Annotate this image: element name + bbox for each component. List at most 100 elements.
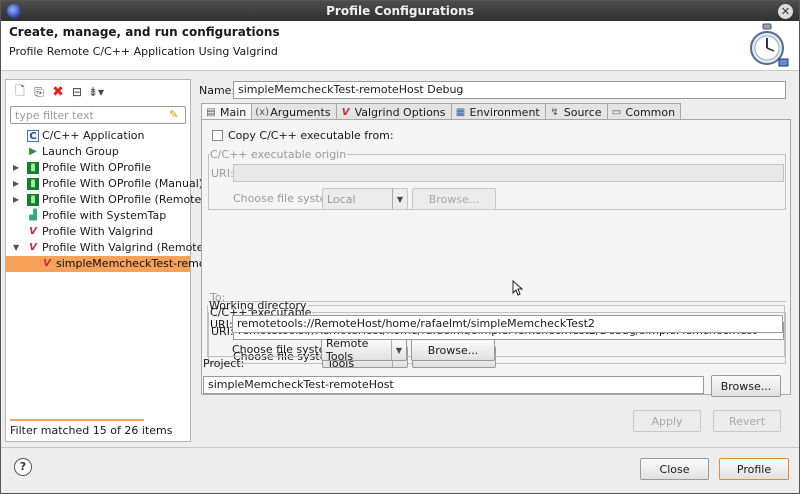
dialog-header: Create, manage, and run configurations P… (1, 21, 799, 71)
window-close-button[interactable]: ✕ (778, 4, 793, 19)
tab-label: Main (220, 105, 247, 119)
tab-label: Valgrind Options (354, 105, 446, 119)
valgrind-tab-icon: V (341, 106, 350, 118)
close-button[interactable]: Close (640, 458, 709, 480)
filter-menu-icon[interactable]: ⇟▾ (88, 84, 104, 100)
oprofile-icon: ▮ (27, 178, 39, 190)
tab-label: Arguments (270, 105, 331, 119)
chevron-down-icon: ▼ (391, 340, 406, 360)
wd-filesystem-value: Remote Tools (326, 337, 369, 363)
wd-filesystem-select[interactable]: Remote Tools ▼ (321, 337, 407, 363)
origin-filesystem-value: Local (327, 192, 356, 206)
origin-filesystem-select[interactable]: Local ▼ (322, 188, 408, 210)
apply-button[interactable]: Apply (633, 410, 701, 432)
launch-group-icon: ▶ (29, 146, 37, 157)
tree-item-label: C/C++ Application (42, 129, 145, 142)
tree-item-label: Profile With OProfile (Remote) (42, 193, 206, 206)
name-label: Name: (199, 84, 236, 97)
working-directory-group: Working directory URI: remotetools://Rem… (207, 299, 785, 363)
tree-item-simplememchecktest-remote[interactable]: V simpleMemcheckTest-remote (6, 256, 217, 272)
tree-item-launch-group[interactable]: ▶ Launch Group (6, 144, 190, 160)
tab-environment[interactable]: ▦ Environment (450, 103, 546, 120)
duplicate-config-icon[interactable]: ⎘ (31, 84, 47, 100)
tree-item-profile-systemtap[interactable]: ▟ Profile with SystemTap (6, 208, 190, 224)
tree-item-label: Profile With Valgrind (Remote) (42, 241, 208, 254)
project-browse-button[interactable]: Browse... (711, 375, 781, 397)
copy-executable-label: Copy C/C++ executable from: (228, 129, 394, 142)
valgrind-icon: V (43, 258, 51, 269)
tab-main[interactable]: ▤ Main (201, 103, 253, 120)
tree-item-profile-valgrind-remote[interactable]: ▼ V Profile With Valgrind (Remote) (6, 240, 208, 256)
main-tab-icon: ▤ (206, 106, 216, 118)
stopwatch-icon (750, 23, 789, 67)
common-tab-icon: ▭ (611, 106, 622, 118)
executable-origin-legend: C/C++ executable origin (210, 148, 347, 161)
window-title: Profile Configurations (326, 4, 474, 18)
systemtap-icon: ▟ (29, 210, 37, 221)
configuration-tree: C C/C++ Application ▶ Launch Group ▶ ▮ P… (6, 128, 217, 272)
delete-config-icon[interactable]: ✖ (50, 84, 66, 100)
wd-uri-field[interactable]: remotetools://RemoteHost/home/rafaelmt/s… (232, 315, 783, 333)
oprofile-icon: ▮ (27, 162, 39, 174)
new-config-icon[interactable]: 🗋 (12, 84, 28, 100)
executable-origin-group: C/C++ executable origin URI: Choose file… (208, 148, 786, 210)
footer-separator (1, 447, 799, 448)
source-tab-icon: ↯ (550, 106, 559, 118)
working-directory-legend: Working directory (209, 299, 307, 312)
tree-item-label: simpleMemcheckTest-remote (56, 257, 217, 270)
tab-label: Common (625, 105, 676, 119)
help-icon[interactable]: ? (14, 458, 32, 476)
valgrind-icon: V (29, 242, 37, 253)
profile-configurations-dialog: Profile Configurations ✕ Create, manage,… (0, 0, 800, 494)
collapse-all-icon[interactable]: ⊟ (69, 84, 85, 100)
environment-tab-icon: ▦ (455, 106, 466, 118)
filter-input[interactable] (11, 107, 161, 123)
expand-arrow-icon[interactable]: ▶ (13, 176, 23, 192)
header-title: Create, manage, and run configurations (9, 25, 280, 39)
tree-item-label: Profile With Valgrind (42, 225, 154, 238)
clear-filter-icon[interactable]: ✎ (169, 108, 182, 121)
tree-item-cpp-application[interactable]: C C/C++ Application (6, 128, 190, 144)
config-tabs: ▤ Main (x) Arguments V Valgrind Options … (201, 103, 682, 120)
tree-item-profile-oprofile[interactable]: ▶ ▮ Profile With OProfile (6, 160, 190, 176)
origin-browse-button[interactable]: Browse... (412, 188, 496, 210)
project-field[interactable]: simpleMemcheckTest-remoteHost (203, 376, 704, 394)
wd-browse-button[interactable]: Browse... (411, 339, 495, 361)
tree-item-profile-oprofile-manual[interactable]: ▶ ▮ Profile With OProfile (Manual) (6, 176, 203, 192)
copy-executable-row[interactable]: Copy C/C++ executable from: (212, 129, 394, 142)
title-bar: Profile Configurations ✕ (1, 1, 799, 21)
tab-source[interactable]: ↯ Source (544, 103, 608, 120)
tree-item-profile-valgrind[interactable]: V Profile With Valgrind (6, 224, 190, 240)
oprofile-icon: ▮ (27, 194, 39, 206)
arguments-tab-icon: (x) (255, 106, 269, 118)
revert-button[interactable]: Revert (713, 410, 781, 432)
mouse-pointer-icon (512, 280, 524, 296)
tree-item-label: Launch Group (42, 145, 119, 158)
copy-executable-checkbox[interactable] (212, 130, 223, 141)
expand-arrow-icon[interactable]: ▶ (13, 160, 23, 176)
filter-status: Filter matched 15 of 26 items (10, 424, 173, 437)
valgrind-icon: V (29, 226, 37, 237)
header-subtitle: Profile Remote C/C++ Application Using V… (9, 45, 278, 58)
tree-toolbar: 🗋 ⎘ ✖ ⊟ ⇟▾ (12, 82, 104, 102)
tree-item-label: Profile With OProfile (Manual) (42, 177, 204, 190)
tab-common[interactable]: ▭ Common (606, 103, 682, 120)
tree-item-label: Profile with SystemTap (42, 209, 167, 222)
wd-uri-label: URI: (210, 318, 233, 331)
tree-item-profile-oprofile-remote[interactable]: ▶ ▮ Profile With OProfile (Remote) (6, 192, 206, 208)
c-app-icon: C (27, 130, 39, 142)
tab-valgrind-options[interactable]: V Valgrind Options (335, 103, 452, 120)
chevron-down-icon: ▼ (392, 189, 407, 209)
horizontal-scrollbar[interactable] (10, 419, 144, 421)
tab-label: Environment (469, 105, 540, 119)
filter-field[interactable]: ✎ (10, 106, 186, 124)
profile-button[interactable]: Profile (719, 458, 789, 480)
tab-arguments[interactable]: (x) Arguments (251, 103, 337, 120)
tree-item-label: Profile With OProfile (42, 161, 152, 174)
name-field[interactable]: simpleMemcheckTest-remoteHost Debug (233, 81, 786, 99)
configuration-tree-pane: 🗋 ⎘ ✖ ⊟ ⇟▾ ✎ C C/C++ Application ▶ Launc… (5, 79, 217, 442)
expand-arrow-icon[interactable]: ▼ (13, 240, 23, 256)
origin-uri-label: URI: (211, 167, 234, 180)
expand-arrow-icon[interactable]: ▶ (13, 192, 23, 208)
origin-uri-field[interactable] (233, 164, 784, 182)
